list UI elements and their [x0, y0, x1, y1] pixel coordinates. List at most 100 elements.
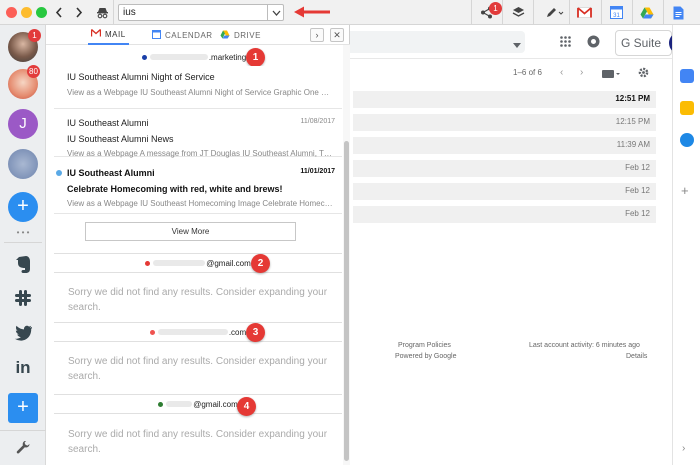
- expand-panel-button[interactable]: ›: [310, 28, 324, 42]
- tab-drive[interactable]: DRIVE: [220, 25, 261, 45]
- search-options-icon[interactable]: [513, 39, 521, 51]
- account-header: @gmail.com: [54, 253, 342, 273]
- zoom-window-button[interactable]: [36, 7, 47, 18]
- dock-divider: [0, 430, 46, 431]
- pagination-count: 1–6 of 6: [513, 68, 542, 77]
- annotation-callout-2: 2: [251, 254, 270, 273]
- account-header: @gmail.com: [54, 394, 342, 414]
- gmail-app-icon[interactable]: [575, 4, 593, 21]
- inbox-row-time: 12:51 PM: [615, 94, 650, 103]
- apps-grid-icon[interactable]: [560, 36, 571, 50]
- google-docs-app-icon[interactable]: [670, 4, 686, 21]
- account-label: .marketing: [208, 52, 247, 62]
- gmail-search-bar[interactable]: [350, 31, 525, 53]
- last-activity-text: Last account activity: 6 minutes ago: [529, 342, 640, 349]
- gmail-icon: [90, 28, 102, 39]
- email-subject: IU Southeast Alumni News: [67, 134, 174, 144]
- annotation-callout-4: 4: [237, 397, 256, 416]
- add-account-button[interactable]: +: [8, 192, 38, 222]
- account-color-dot: [158, 401, 164, 407]
- expand-rail-icon[interactable]: ›: [682, 443, 685, 454]
- evernote-icon[interactable]: [11, 252, 35, 276]
- email-subject: Celebrate Homecoming with red, white and…: [67, 184, 283, 194]
- inbox-row[interactable]: 11:39 AM: [353, 137, 656, 154]
- twitter-icon[interactable]: [11, 321, 35, 345]
- more-dots[interactable]: • • •: [11, 228, 35, 237]
- no-results-message: Sorry we did not find any results. Consi…: [68, 356, 328, 382]
- no-results-message: Sorry we did not find any results. Consi…: [68, 429, 328, 455]
- keyboard-icon[interactable]: [602, 69, 620, 81]
- toolbar-divider: [663, 0, 664, 25]
- email-row[interactable]: IU Southeast Alumni 11/08/2017 IU Southe…: [54, 109, 342, 158]
- close-window-button[interactable]: [6, 7, 17, 18]
- tab-mail-label: MAIL: [105, 29, 126, 39]
- prev-page-icon[interactable]: ‹: [560, 67, 563, 78]
- toolbar-divider: [601, 0, 602, 25]
- google-drive-app-icon[interactable]: [639, 4, 655, 21]
- account-header: .com: [54, 322, 342, 342]
- view-more-button[interactable]: View More: [85, 222, 296, 241]
- account-label: @gmail.com: [206, 258, 251, 268]
- search-input[interactable]: ius: [118, 4, 284, 21]
- toolbar-divider: [471, 0, 472, 25]
- compose-pencil-icon[interactable]: [543, 4, 565, 21]
- email-row[interactable]: IU Southeast Alumni Night of Service Vie…: [54, 66, 342, 109]
- inbox-row-time: Feb 12: [625, 163, 650, 172]
- drive-icon: [220, 30, 230, 41]
- toolbar-divider: [502, 0, 503, 25]
- tab-calendar[interactable]: CALENDAR: [152, 25, 213, 45]
- notifications-icon[interactable]: [587, 35, 600, 51]
- back-arrow-icon[interactable]: [53, 4, 65, 21]
- inbox-row[interactable]: 12:15 PM: [353, 114, 656, 131]
- unread-badge: 1: [28, 29, 41, 42]
- settings-gear-icon[interactable]: [638, 67, 649, 81]
- redacted-account-name: [166, 401, 193, 407]
- tab-mail[interactable]: MAIL: [88, 25, 129, 45]
- redacted-account-name: [153, 260, 206, 266]
- minimize-window-button[interactable]: [21, 7, 32, 18]
- top-toolbar: ius 1 31: [0, 0, 700, 25]
- tasks-side-icon[interactable]: [680, 133, 694, 147]
- account-avatar[interactable]: J: [8, 109, 38, 139]
- forward-arrow-icon[interactable]: [73, 4, 85, 21]
- program-policies-link[interactable]: Program Policies: [398, 342, 451, 349]
- account-color-dot: [141, 54, 147, 60]
- annotation-callout-3: 3: [246, 323, 265, 342]
- app-dock: 1 80 J + • • • in +: [0, 25, 46, 465]
- tab-calendar-label: CALENDAR: [165, 30, 213, 40]
- email-date: 11/01/2017: [300, 168, 335, 175]
- no-results-message: Sorry we did not find any results. Consi…: [68, 287, 328, 313]
- scrollbar-thumb[interactable]: [344, 141, 349, 461]
- calendar-side-icon[interactable]: [680, 69, 694, 83]
- layers-icon[interactable]: [510, 4, 526, 21]
- inbox-row[interactable]: 12:51 PM: [353, 91, 656, 108]
- slack-icon[interactable]: [11, 286, 35, 310]
- tab-drive-label: DRIVE: [234, 30, 261, 40]
- search-dropdown-icon[interactable]: [267, 4, 284, 21]
- powered-by-text: Powered by Google: [395, 353, 457, 360]
- details-link[interactable]: Details: [626, 353, 647, 360]
- wrench-settings-icon[interactable]: [11, 436, 35, 460]
- linkedin-icon[interactable]: in: [11, 356, 35, 380]
- add-addon-icon[interactable]: +: [681, 183, 689, 198]
- account-avatar[interactable]: [8, 149, 38, 179]
- add-app-button[interactable]: +: [8, 393, 38, 423]
- close-panel-button[interactable]: ✕: [330, 28, 344, 42]
- gmail-header: G Suite: [350, 25, 672, 59]
- keep-side-icon[interactable]: [680, 101, 694, 115]
- toolbar-divider: [113, 0, 114, 25]
- inbox-row[interactable]: Feb 12: [353, 183, 656, 200]
- email-preview: View as a Webpage IU Southeast Alumni Ni…: [67, 88, 333, 97]
- incognito-icon[interactable]: [95, 4, 109, 21]
- google-calendar-app-icon[interactable]: 31: [608, 4, 624, 21]
- inbox-row[interactable]: Feb 12: [353, 206, 656, 223]
- dock-divider: [4, 242, 42, 243]
- account-label: .com: [228, 327, 247, 337]
- inbox-row[interactable]: Feb 12: [353, 160, 656, 177]
- toolbar-divider: [632, 0, 633, 25]
- account-label: @gmail.com: [193, 399, 238, 409]
- email-row[interactable]: IU Southeast Alumni 11/01/2017 Celebrate…: [54, 159, 342, 214]
- gmail-window: G Suite 1–6 of 6 ‹ › 12:51 PM 12:15 PM 1…: [350, 25, 672, 465]
- next-page-icon[interactable]: ›: [580, 67, 583, 78]
- notification-badge: 1: [489, 2, 502, 15]
